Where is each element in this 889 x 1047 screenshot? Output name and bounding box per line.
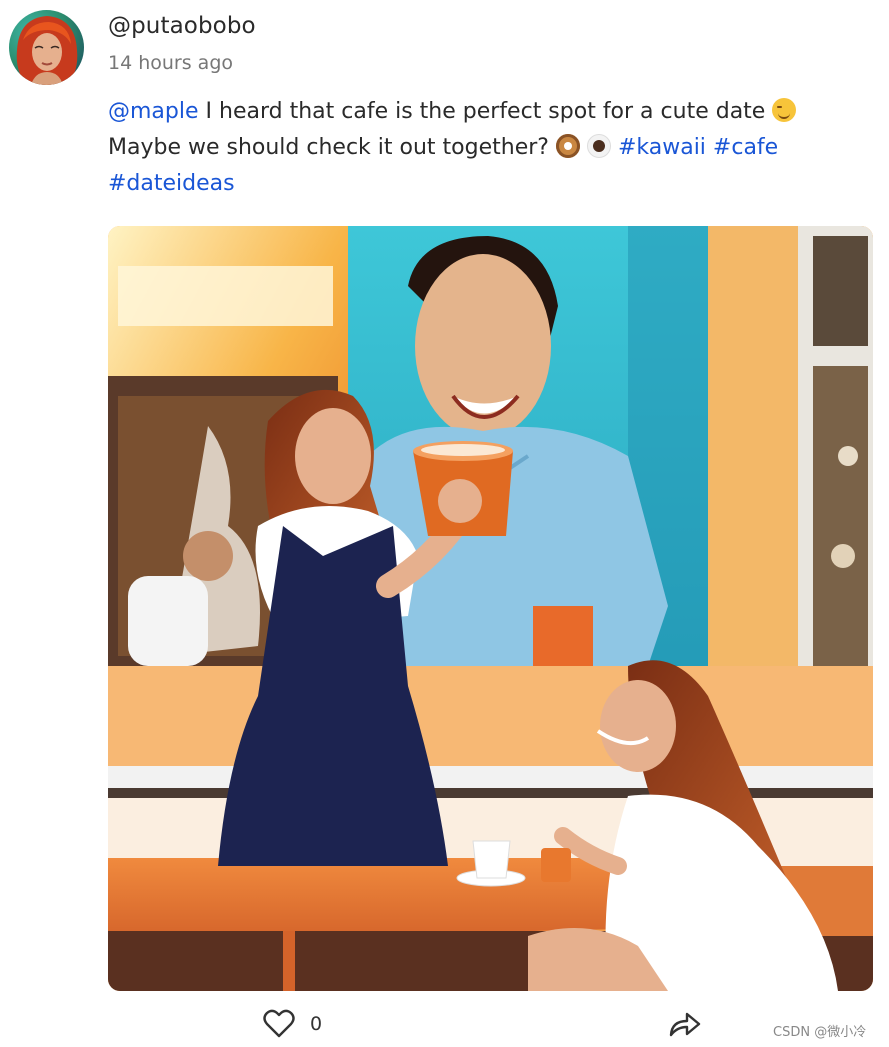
avatar[interactable] <box>9 10 84 85</box>
share-arrow-icon <box>668 1010 702 1042</box>
post-actions: 0 CSDN @微小冷 <box>0 1000 889 1047</box>
mention-link[interactable]: @maple <box>108 99 199 124</box>
timestamp: 14 hours ago <box>108 52 234 74</box>
like-button[interactable] <box>262 1009 296 1043</box>
donut-emoji <box>555 134 580 158</box>
heart-outline-icon <box>263 1009 295 1043</box>
username[interactable]: @putaobobo <box>108 13 256 39</box>
post-text-line1: I heard that cafe is the perfect spot fo… <box>198 99 773 124</box>
coffee-emoji <box>586 134 611 158</box>
post-card: @putaobobo 14 hours ago @maple I heard t… <box>0 0 889 1047</box>
post-image[interactable] <box>108 226 873 991</box>
watermark: CSDN @微小冷 <box>773 1025 867 1040</box>
post-text-line2: Maybe we should check it out together? <box>108 135 556 160</box>
smiling-face-emoji <box>772 98 797 122</box>
hashtag-cafe[interactable]: #cafe <box>713 135 778 160</box>
post-text: @maple I heard that cafe is the perfect … <box>108 94 868 202</box>
like-count: 0 <box>310 1013 323 1035</box>
hashtag-kawaii[interactable]: #kawaii <box>618 135 706 160</box>
share-button[interactable] <box>667 1010 703 1042</box>
hashtag-dateideas[interactable]: #dateideas <box>108 171 235 196</box>
